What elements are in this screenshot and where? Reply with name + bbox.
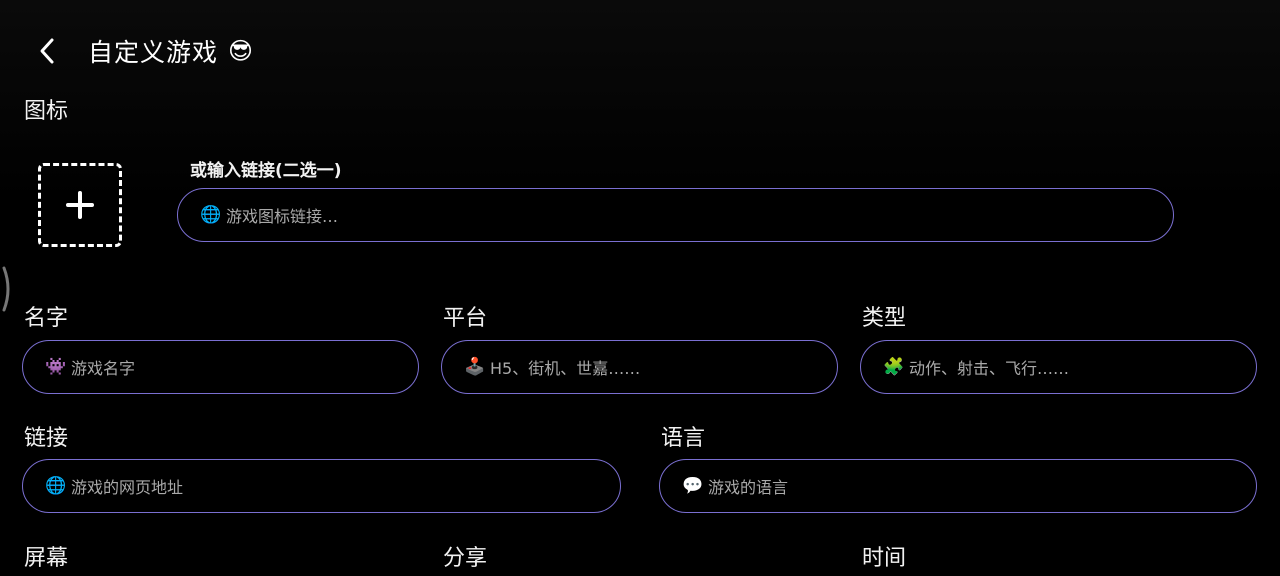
alien-monster-icon: 👾	[45, 357, 67, 377]
icon-link-input[interactable]: 🌐 游戏图标链接…	[177, 188, 1174, 242]
link-label: 链接	[24, 426, 69, 451]
platform-input[interactable]: 🕹️ H5、街机、世嘉……	[441, 340, 838, 394]
language-placeholder: 游戏的语言	[708, 478, 789, 497]
custom-game-page: 自定义游戏 😎 图标 或输入链接(二选一) 🌐 游戏图标链接… 名字 平台 类型…	[0, 0, 1280, 576]
name-input[interactable]: 👾 游戏名字	[22, 340, 419, 394]
link-input[interactable]: 🌐 游戏的网页地址	[22, 459, 621, 513]
link-placeholder: 游戏的网页地址	[71, 478, 184, 497]
globe-icon: 🌐	[200, 205, 222, 225]
joystick-icon: 🕹️	[464, 357, 486, 377]
plus-icon	[66, 191, 94, 219]
platform-label: 平台	[443, 306, 488, 331]
screen-label: 屏幕	[24, 546, 69, 571]
icon-link-placeholder: 游戏图标链接…	[226, 207, 339, 226]
upload-icon-button[interactable]	[38, 163, 122, 247]
name-label: 名字	[24, 306, 69, 331]
genre-label: 类型	[862, 306, 907, 331]
language-input[interactable]: 💬 游戏的语言	[659, 459, 1257, 513]
puzzle-piece-icon: 🧩	[883, 357, 905, 377]
page-title: 自定义游戏	[88, 38, 219, 67]
time-label: 时间	[862, 546, 907, 571]
genre-input[interactable]: 🧩 动作、射击、飞行……	[860, 340, 1257, 394]
back-button[interactable]	[32, 31, 62, 71]
genre-placeholder: 动作、射击、飞行……	[909, 359, 1070, 378]
icon-link-label: 或输入链接(二选一)	[190, 161, 342, 181]
share-label: 分享	[443, 546, 488, 571]
globe-icon: 🌐	[45, 476, 67, 496]
name-placeholder: 游戏名字	[71, 359, 136, 378]
platform-placeholder: H5、街机、世嘉……	[490, 359, 641, 378]
speech-bubble-icon: 💬	[682, 476, 704, 496]
icon-label: 图标	[24, 99, 69, 124]
language-label: 语言	[661, 426, 706, 451]
side-handle[interactable]	[0, 266, 14, 312]
header: 自定义游戏 😎	[32, 28, 253, 74]
chevron-left-icon	[40, 38, 54, 64]
sunglasses-emoji-icon: 😎	[228, 37, 254, 65]
